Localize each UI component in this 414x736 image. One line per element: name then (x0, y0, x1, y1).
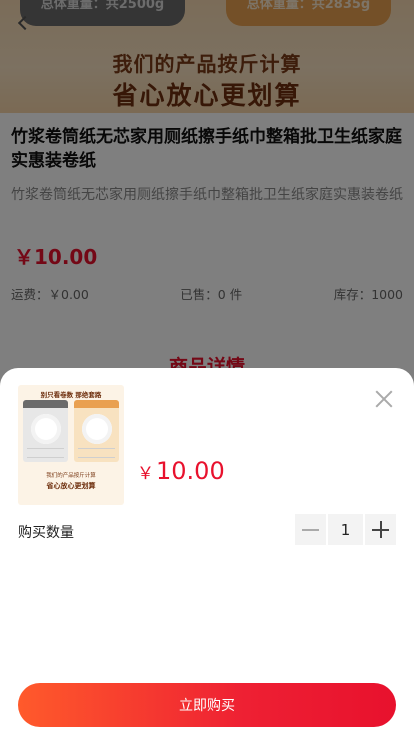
thumbnail-heading: 别只看卷数 那绝套路 (40, 391, 102, 399)
increase-button[interactable] (365, 514, 396, 545)
product-thumbnail: 别只看卷数 那绝套路 我们的产品按斤计算 省心放心更划算 (18, 385, 124, 505)
thumbnail-card-left (23, 400, 68, 462)
thumbnail-caption-2: 省心放心更划算 (46, 482, 96, 490)
thumbnail-caption-1: 我们的产品按斤计算 (46, 473, 96, 479)
price-value: 10.00 (156, 457, 225, 485)
quantity-label: 购买数量 (18, 525, 74, 541)
quantity-input[interactable] (328, 514, 363, 545)
decrease-button[interactable] (295, 514, 326, 545)
sheet-price: ￥10.00 (137, 457, 225, 485)
purchase-sheet: 别只看卷数 那绝套路 我们的产品按斤计算 省心放心更划算 ￥10.00 购买数量… (0, 368, 414, 736)
minus-icon (302, 529, 319, 531)
toilet-roll-icon (31, 414, 61, 444)
quantity-stepper (295, 514, 396, 545)
buy-now-button[interactable]: 立即购买 (18, 683, 396, 727)
close-icon[interactable] (374, 389, 394, 409)
toilet-roll-icon (82, 414, 112, 444)
thumbnail-card-right (74, 400, 119, 462)
currency-symbol: ￥ (137, 464, 154, 484)
